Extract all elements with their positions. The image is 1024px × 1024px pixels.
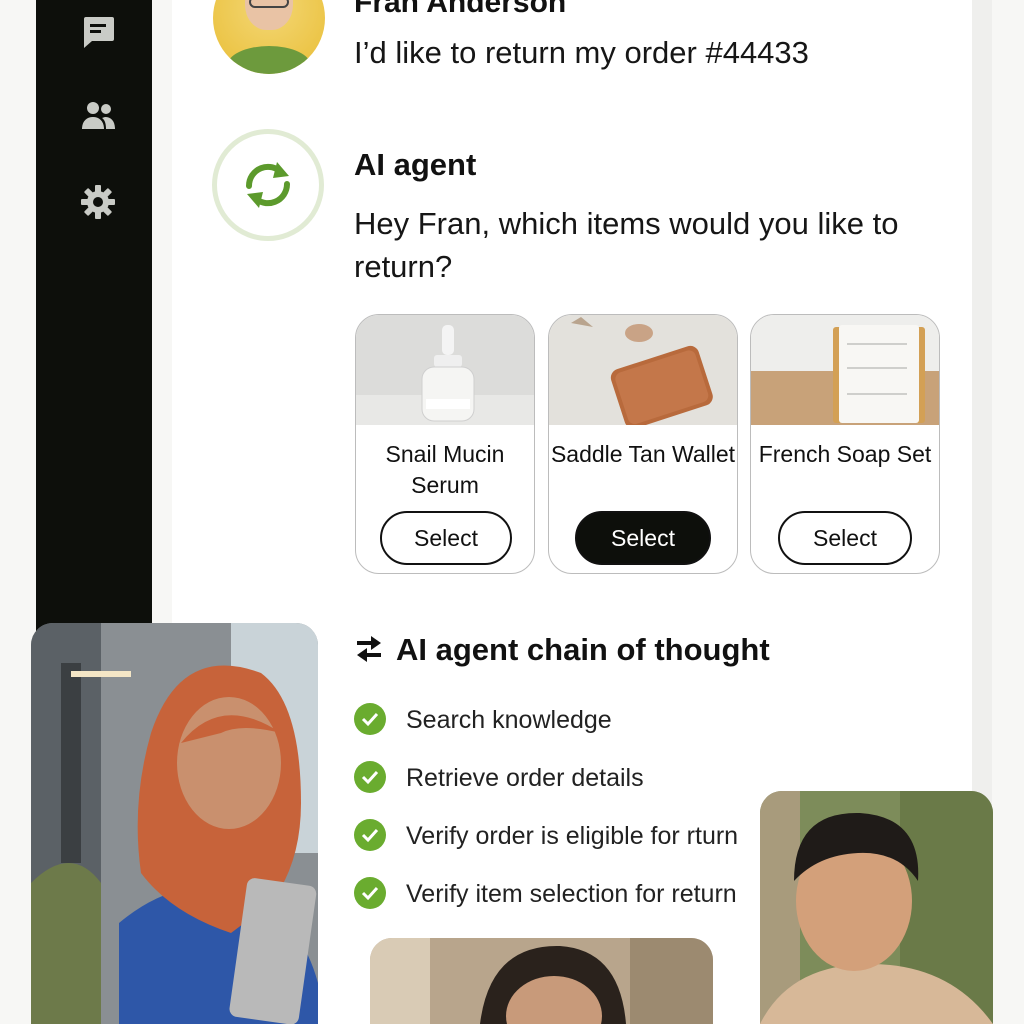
cot-step-label: Verify order is eligible for rturn [406, 822, 739, 850]
photo-man [760, 791, 993, 1024]
product-image-serum [356, 315, 534, 425]
chain-of-thought-title: AI agent chain of thought [396, 632, 770, 667]
users-icon[interactable] [80, 98, 116, 134]
product-card: Saddle Tan Wallet Select [548, 314, 738, 574]
refresh-icon [245, 162, 291, 208]
check-icon [354, 877, 386, 909]
cot-step-label: Verify item selection for return [406, 880, 737, 908]
select-button[interactable]: Select [380, 511, 512, 565]
customer-message: I’d like to return my order #44433 [354, 35, 809, 70]
product-image-wallet [549, 315, 737, 429]
product-card: French Soap Set Select [750, 314, 940, 574]
product-image-soap [751, 315, 939, 425]
shuffle-arrows-icon [357, 636, 381, 662]
customer-name: Fran Anderson [354, 0, 567, 19]
photo-woman-hijab [31, 623, 318, 1024]
select-button[interactable]: Select [778, 511, 912, 565]
product-card: Snail Mucin Serum Select [355, 314, 535, 574]
product-title: Snail Mucin Serum [385, 441, 505, 498]
gear-icon[interactable] [80, 184, 116, 220]
agent-message: Hey Fran, which items would you like to … [354, 206, 899, 284]
cot-step-label: Search knowledge [406, 706, 612, 734]
product-title: Saddle Tan Wallet [550, 441, 736, 467]
cot-step-label: Retrieve order details [406, 764, 644, 792]
check-icon [354, 703, 386, 735]
customer-avatar [213, 0, 325, 74]
check-icon [354, 819, 386, 851]
chat-icon[interactable] [80, 14, 116, 50]
product-title: French Soap Set [758, 441, 932, 467]
photo-woman-dark-hair [370, 938, 713, 1024]
select-button-selected[interactable]: Select [575, 511, 711, 565]
agent-name: AI agent [354, 147, 477, 182]
agent-avatar [212, 129, 324, 241]
check-icon [354, 761, 386, 793]
